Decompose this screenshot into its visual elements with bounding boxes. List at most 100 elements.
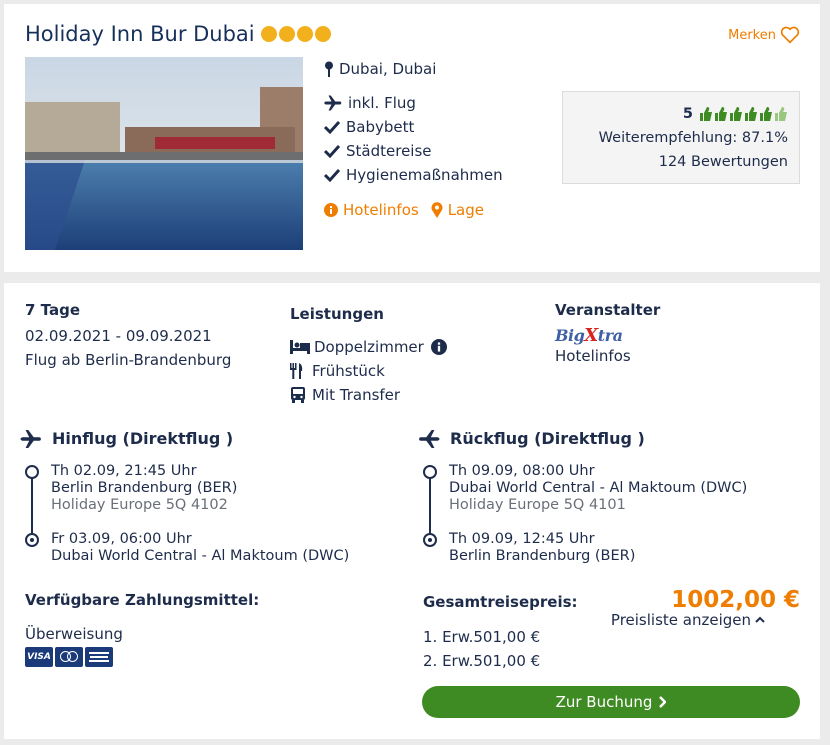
thumb-up-icon bbox=[700, 107, 712, 121]
service-item: Frühstück bbox=[290, 359, 447, 383]
preisliste-label: Preisliste anzeigen bbox=[610, 611, 751, 629]
thumb-up-icon bbox=[760, 107, 772, 121]
hotel-title[interactable]: Holiday Inn Bur Dubai bbox=[25, 22, 331, 46]
feature-item: Hygienemaßnahmen bbox=[324, 163, 503, 187]
star-icon bbox=[278, 26, 295, 42]
thumb-up-icon bbox=[730, 107, 742, 121]
payment-section: Verfügbare Zahlungsmittel: Überweisung V… bbox=[25, 591, 259, 667]
return-header: Rückflug (Direktflug ) bbox=[418, 429, 645, 448]
heart-icon bbox=[780, 26, 800, 44]
lage-label: Lage bbox=[447, 201, 484, 219]
flight-number: Holiday Europe 5Q 4102 bbox=[51, 497, 228, 513]
offer-card: 7 Tage 02.09.2021 - 09.09.2021 Flug ab B… bbox=[4, 283, 820, 739]
operator-hotelinfos-link[interactable]: Hotelinfos bbox=[555, 347, 660, 365]
feature-label: Babybett bbox=[346, 118, 415, 136]
arrival-time: Th 09.09, 12:45 Uhr bbox=[449, 531, 595, 547]
thumbs-rating bbox=[699, 107, 788, 121]
pricing-title: Gesamtreisepreis: bbox=[423, 593, 578, 611]
arrival-time: Fr 03.09, 06:00 Uhr bbox=[51, 531, 192, 547]
location-label: Dubai, Dubai bbox=[339, 60, 437, 78]
hotel-location: Dubai, Dubai bbox=[324, 60, 436, 78]
hotel-image[interactable] bbox=[25, 57, 303, 250]
hotel-name[interactable]: Holiday Inn Bur Dubai bbox=[25, 22, 255, 46]
plane-icon bbox=[324, 95, 342, 111]
rating-score: 5 bbox=[563, 102, 788, 126]
feature-item: Städtereise bbox=[324, 139, 503, 163]
operator-logo: BigXtra bbox=[555, 325, 623, 346]
feature-label: Hygienemaßnahmen bbox=[346, 166, 503, 184]
outbound-arrival: Fr 03.09, 06:00 Uhr Dubai World Central … bbox=[51, 531, 349, 565]
check-icon bbox=[324, 144, 340, 158]
info-icon[interactable] bbox=[430, 339, 447, 355]
departure-time: Th 09.09, 08:00 Uhr bbox=[449, 463, 595, 479]
recommendation-rate: Weiterempfehlung: 87.1% bbox=[598, 130, 788, 146]
departure-airport: Berlin Brandenburg (BER) bbox=[51, 480, 238, 496]
return-title: Rückflug (Direktflug ) bbox=[450, 429, 645, 448]
feature-list: inkl. Flug Babybett Städtereise Hygienem… bbox=[324, 91, 503, 187]
outbound-header: Hinflug (Direktflug ) bbox=[20, 429, 233, 448]
plane-icon bbox=[419, 429, 440, 448]
pricing-section: Gesamtreisepreis: 1. Erw.501,00 € 2. Erw… bbox=[423, 593, 578, 673]
rating-score-value: 5 bbox=[682, 106, 693, 122]
departure-marker bbox=[25, 465, 39, 479]
check-icon bbox=[324, 168, 340, 182]
service-item: Mit Transfer bbox=[290, 383, 447, 407]
return-arrival: Th 09.09, 12:45 Uhr Berlin Brandenburg (… bbox=[449, 531, 635, 565]
services-title: Leistungen bbox=[290, 305, 384, 323]
preisliste-link[interactable]: Preisliste anzeigen bbox=[611, 611, 765, 629]
feature-item: Babybett bbox=[324, 115, 503, 139]
info-icon bbox=[324, 203, 338, 217]
hotel-links: Hotelinfos Lage bbox=[324, 201, 484, 219]
service-label: Mit Transfer bbox=[312, 386, 401, 404]
amex-card-icon bbox=[85, 647, 113, 667]
lage-link[interactable]: Lage bbox=[431, 201, 484, 219]
chevron-up-icon bbox=[755, 616, 765, 623]
feature-label: Städtereise bbox=[346, 142, 432, 160]
departure-marker bbox=[423, 465, 437, 479]
operator-section: Veranstalter BigXtra Hotelinfos bbox=[555, 301, 660, 365]
map-pin-icon bbox=[325, 61, 333, 77]
hotelinfos-link[interactable]: Hotelinfos bbox=[324, 201, 419, 219]
bed-icon bbox=[290, 340, 310, 354]
operator-title: Veranstalter bbox=[555, 301, 661, 319]
departure-time: Th 02.09, 21:45 Uhr bbox=[51, 463, 197, 479]
outbound-departure: Th 02.09, 21:45 Uhr Berlin Brandenburg (… bbox=[51, 463, 237, 514]
merken-button[interactable]: Merken bbox=[728, 26, 800, 44]
travel-dates: 02.09.2021 - 09.09.2021 bbox=[25, 327, 212, 345]
star-rating bbox=[260, 26, 331, 42]
merken-label: Merken bbox=[728, 27, 776, 43]
rating-box[interactable]: 5 Weiterempfehlung: 87.1% 124 Bewertunge… bbox=[562, 91, 800, 184]
flight-number: Holiday Europe 5Q 4101 bbox=[449, 497, 626, 513]
check-icon bbox=[324, 120, 340, 134]
departure-airport: Dubai World Central - Al Maktoum (DWC) bbox=[449, 480, 748, 496]
payment-title: Verfügbare Zahlungsmittel: bbox=[25, 591, 260, 609]
thumb-up-icon bbox=[745, 107, 757, 121]
thumb-up-icon bbox=[715, 107, 727, 121]
arrival-airport: Berlin Brandenburg (BER) bbox=[449, 548, 636, 564]
arrival-airport: Dubai World Central - Al Maktoum (DWC) bbox=[51, 548, 350, 564]
chevron-right-icon bbox=[659, 696, 667, 708]
booking-button[interactable]: Zur Buchung bbox=[422, 686, 800, 718]
price-items: 1. Erw.501,00 € 2. Erw.501,00 € bbox=[423, 625, 578, 673]
star-icon bbox=[296, 26, 313, 42]
star-icon bbox=[314, 26, 331, 42]
payment-method: Überweisung bbox=[25, 625, 123, 643]
price-item: 2. Erw.501,00 € bbox=[423, 652, 541, 670]
departure-info: Flug ab Berlin-Brandenburg bbox=[25, 351, 232, 369]
map-marker-icon bbox=[431, 202, 443, 218]
arrival-marker bbox=[423, 533, 437, 547]
outbound-flight: Hinflug (Direktflug ) Th 02.09, 21:45 Uh… bbox=[20, 429, 349, 564]
return-timeline: Th 09.09, 08:00 Uhr Dubai World Central … bbox=[423, 463, 803, 565]
star-icon bbox=[260, 26, 277, 42]
duration: 7 Tage bbox=[25, 301, 80, 319]
review-count: 124 Bewertungen bbox=[658, 154, 788, 170]
visa-card-icon: VISA bbox=[25, 647, 53, 667]
hotelinfos-label: Hotelinfos bbox=[343, 201, 419, 219]
payment-cards: VISA bbox=[25, 647, 259, 667]
plane-icon bbox=[20, 429, 41, 448]
return-departure: Th 09.09, 08:00 Uhr Dubai World Central … bbox=[449, 463, 747, 514]
return-flight: Rückflug (Direktflug ) Th 09.09, 08:00 U… bbox=[418, 429, 747, 564]
service-label: Frühstück bbox=[312, 362, 385, 380]
feature-item: inkl. Flug bbox=[324, 91, 503, 115]
service-label: Doppelzimmer bbox=[314, 338, 424, 356]
